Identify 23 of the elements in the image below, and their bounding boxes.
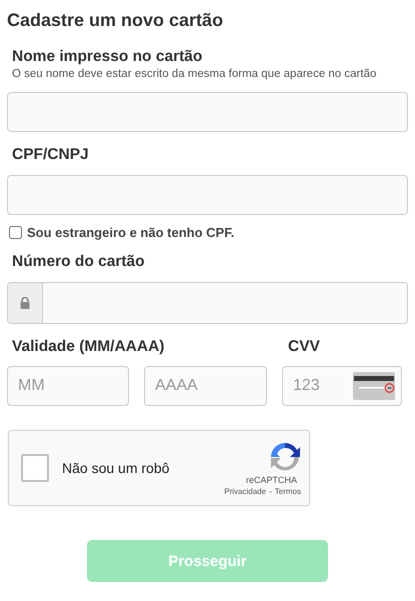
month-input[interactable]: MM <box>7 366 129 406</box>
captcha-checkbox[interactable] <box>21 454 49 482</box>
field-label: Validade (MM/AAAA) <box>12 338 166 356</box>
field-label: Nome impresso no cartão <box>12 48 204 66</box>
terms-link[interactable]: Termos <box>274 486 301 496</box>
captcha-label: Não sou um robô <box>62 460 170 476</box>
document-input[interactable] <box>7 175 408 215</box>
recaptcha-logo-icon <box>269 440 301 472</box>
captcha-brand: reCAPTCHA <box>246 474 297 484</box>
page-title: Cadastre um novo cartão <box>7 10 224 31</box>
link-separator: - <box>269 486 272 496</box>
name-input[interactable] <box>7 92 408 132</box>
year-input[interactable]: AAAA <box>144 366 267 406</box>
field-label: Número do cartão <box>12 253 146 271</box>
card-back-icon <box>353 372 395 400</box>
checkbox-label: Sou estrangeiro e não tenho CPF. <box>27 225 234 240</box>
field-label: CVV <box>288 338 321 356</box>
field-hint: O seu nome deve estar escrito da mesma forma que aparece no cartão <box>12 68 378 80</box>
privacy-link[interactable]: Privacidade <box>224 486 266 496</box>
checkbox[interactable] <box>9 226 22 239</box>
card-number-input[interactable] <box>7 282 408 324</box>
lock-icon <box>20 297 30 309</box>
field-label: CPF/CNPJ <box>12 146 90 164</box>
